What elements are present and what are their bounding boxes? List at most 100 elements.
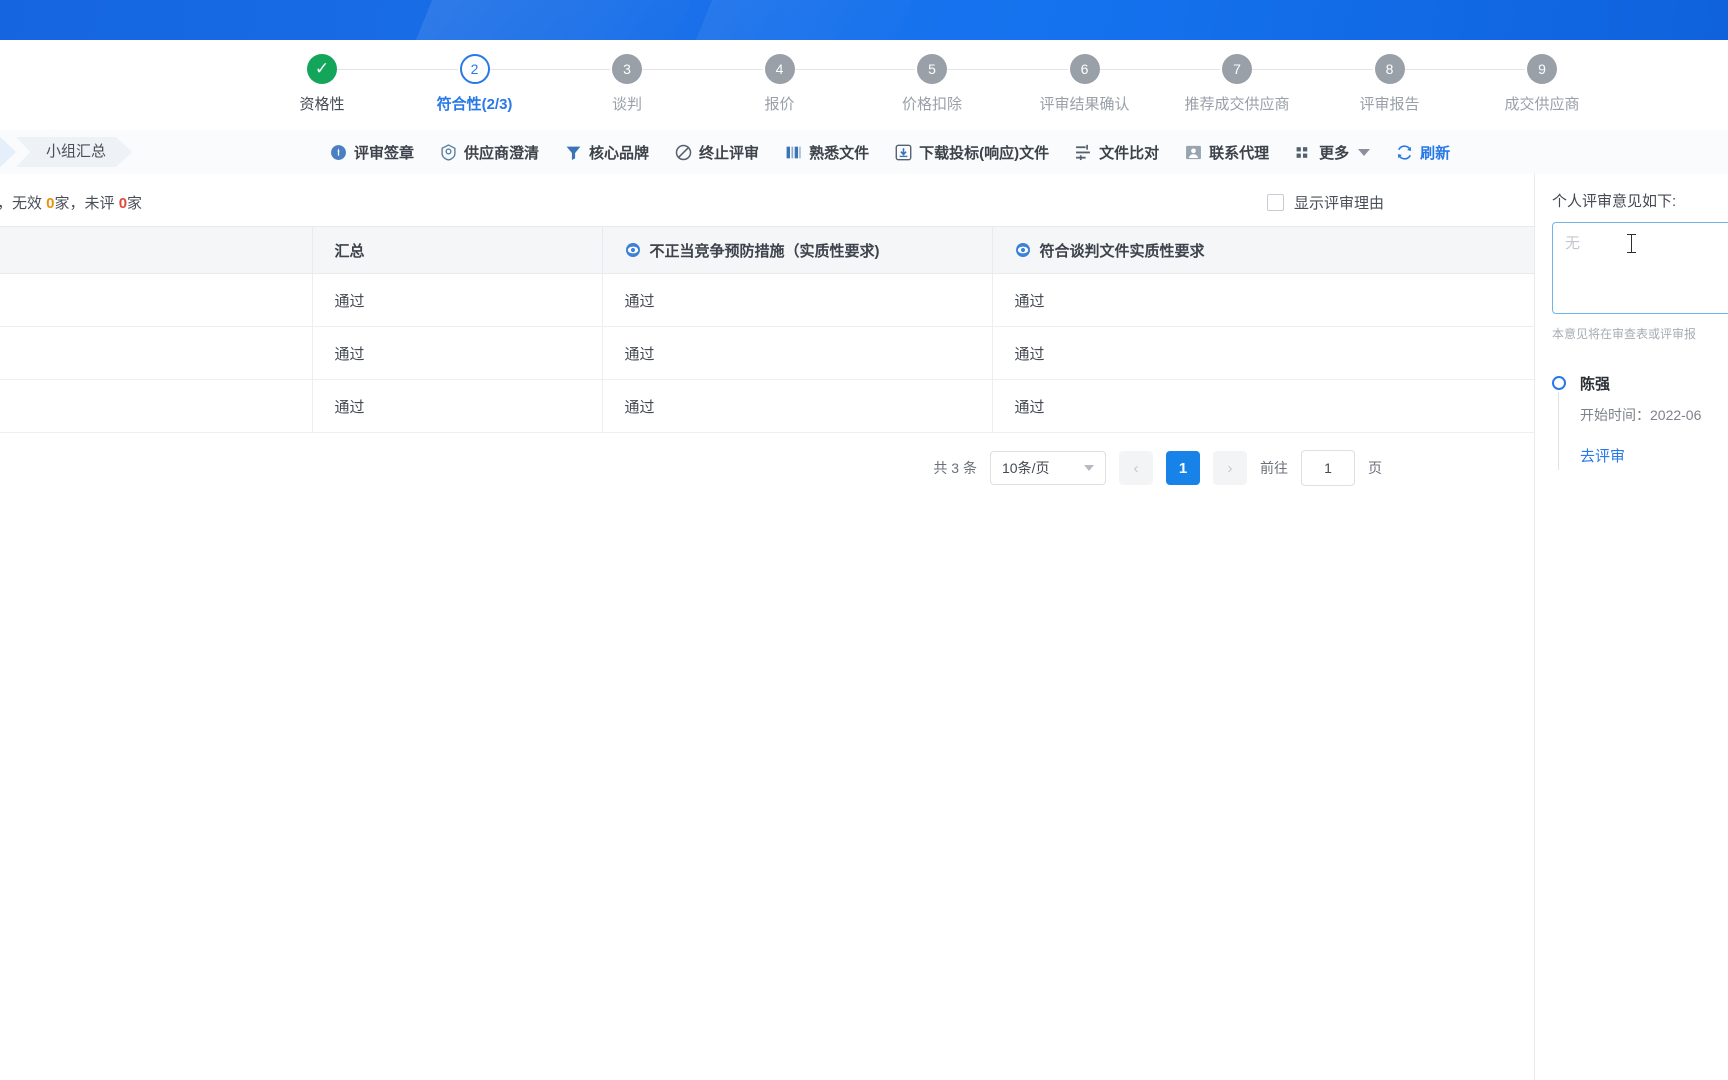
chevron-down-icon [1084, 465, 1094, 471]
chevron-down-icon[interactable] [1358, 148, 1371, 156]
table-cell-4: 通过 [992, 273, 1535, 327]
more-grid-icon [1295, 144, 1312, 161]
table-cell-2: 通过 [312, 273, 603, 327]
reviewer-start-time: 开始时间：2022-06 [1580, 407, 1702, 423]
table-cell-2: 通过 [312, 379, 603, 433]
goto-label: 前往 [1260, 460, 1288, 476]
toolbar-item-label: 供应商澄清 [464, 144, 540, 162]
stepper-step-label: 符合性(2/3) [436, 96, 513, 113]
toolbar-item-label: 终止评审 [699, 144, 760, 162]
review-opinion-placeholder: 无 [1565, 235, 1581, 252]
toolbar-actions: 评审签章 供应商澄清 核心品牌 终止评审 熟悉文件 下载投标(响应)文件 文件比对 联系代理 更… [330, 130, 1450, 174]
stepper-step-label: 报价 [764, 96, 795, 113]
eye-icon[interactable] [1015, 242, 1031, 258]
topbar-sheen-2 [671, 0, 929, 40]
table-column-header-1 [0, 226, 313, 274]
invalid-count: 0 [46, 195, 55, 212]
app-topbar [0, 0, 1728, 40]
text-cursor-icon [1627, 234, 1636, 253]
panel-title: 个人评审意见如下: [1552, 193, 1677, 210]
eye-icon[interactable] [625, 242, 641, 258]
review-opinion-textarea[interactable]: 无 [1552, 222, 1728, 314]
timeline-line [1558, 392, 1559, 470]
summary-tabs: 汇总小组汇总 [0, 130, 132, 174]
toolbar-item-4[interactable]: 终止评审 [675, 142, 759, 163]
stepper-connector [642, 69, 763, 70]
stepper-step-2[interactable]: 2 符合性(2/3) [390, 46, 560, 114]
table-column-header-4: 符合谈判文件实质性要求 [992, 226, 1535, 274]
summary-middle: 家，未评 [54, 195, 119, 212]
stepper-step-3[interactable]: 3 谈判 [542, 46, 712, 114]
step-number-badge: 7 [1222, 54, 1252, 84]
toolbar-item-5[interactable]: 熟悉文件 [785, 142, 869, 163]
next-page-button[interactable]: › [1213, 451, 1247, 485]
tab-summary[interactable]: 汇总 [0, 137, 16, 167]
stepper-step-9[interactable]: 9 成交供应商 [1457, 46, 1627, 114]
toolbar-item-label: 更多 [1319, 144, 1350, 162]
go-review-link[interactable]: 去评审 [1580, 445, 1728, 466]
toolbar-item-1[interactable]: 评审签章 [330, 142, 414, 163]
table-column-header-label: 符合谈判文件实质性要求 [1039, 242, 1205, 260]
toolbar-item-3[interactable]: 核心品牌 [565, 142, 649, 163]
toolbar-item-9[interactable]: 更多 [1295, 142, 1371, 163]
refresh-button[interactable]: 刷新 [1396, 142, 1450, 163]
stepper-step-5[interactable]: 5 价格扣除 [847, 46, 1017, 114]
stepper-step-7[interactable]: 7 推荐成交供应商 [1152, 46, 1322, 114]
page-size-select[interactable]: 10条/页 [990, 451, 1106, 485]
table-row[interactable]: ]通过通过通过 [0, 379, 1535, 433]
unrated-count: 0 [118, 195, 128, 212]
table-column-header-2: 汇总 [312, 226, 603, 274]
toolbar-item-label: 熟悉文件 [809, 144, 870, 162]
toolbar-item-6[interactable]: 下载投标(响应)文件 [895, 142, 1049, 163]
evaluation-stepper: ✓ 资格性 2 符合性(2/3) 3 谈判 4 报价 5 价格扣除 6 评审结果确认 7 推荐成交供应商 8… [265, 46, 1728, 130]
step-number-badge: 2 [459, 54, 490, 84]
toolbar-item-8[interactable]: 联系代理 [1185, 142, 1269, 163]
table-column-header-3: 不正当竞争预防措施（实质性要求) [602, 226, 993, 274]
main-content: 供应商，无效 0家，未评 0家 显示评审理由 汇总不正当竞争预防措施（实质性要求… [0, 174, 1535, 1080]
prev-page-button[interactable]: ‹ [1119, 451, 1153, 485]
stepper-step-label: 成交供应商 [1504, 96, 1580, 113]
step-number-badge: 8 [1374, 54, 1405, 84]
stepper-step-6[interactable]: 6 评审结果确认 [1000, 46, 1170, 114]
stepper-connector [1252, 69, 1373, 70]
toolbar-item-label: 文件比对 [1099, 144, 1160, 162]
stepper-step-4[interactable]: 4 报价 [695, 46, 865, 114]
tab-group-summary[interactable]: 小组汇总 [16, 137, 132, 167]
stepper-connector [794, 69, 915, 70]
step-number-badge: 6 [1069, 54, 1100, 84]
table-row[interactable]: 通过 通过 通过 [0, 273, 1535, 327]
stepper-step-label: 资格性 [299, 96, 345, 113]
table-cell-1 [0, 273, 313, 327]
table-cell-4: 通过 [992, 326, 1535, 380]
stepper-step-8[interactable]: 8 评审报告 [1305, 46, 1475, 114]
stepper-connector [1099, 69, 1220, 70]
table-column-header-label: 不正当竞争预防措施（实质性要求) [649, 242, 880, 260]
reviewer-name: 陈强 [1580, 376, 1611, 393]
show-review-reason-toggle[interactable]: 显示评审理由 [1266, 192, 1384, 213]
clarify-icon [440, 143, 457, 161]
pagination-total: 共 3 条 [933, 460, 977, 476]
contact-agent-icon [1185, 144, 1202, 161]
stepper-step-1[interactable]: ✓ 资格性 [237, 46, 407, 114]
stamp-icon [330, 144, 347, 161]
toolbar-item-7[interactable]: 文件比对 [1075, 142, 1159, 163]
stepper-connector [337, 69, 458, 70]
stepper-step-label: 评审报告 [1359, 96, 1420, 113]
toolbar-item-label: 核心品牌 [589, 144, 650, 162]
step-number-badge: 9 [1527, 54, 1557, 84]
summary-suffix: 家 [127, 195, 143, 212]
goto-page-input[interactable]: 1 [1301, 450, 1355, 486]
show-reason-checkbox[interactable] [1266, 194, 1284, 211]
page-number-1[interactable]: 1 [1166, 451, 1200, 485]
table-row[interactable]: ]通过通过通过 [0, 326, 1535, 380]
table-cell-1: ] [0, 379, 313, 433]
step-number-badge: 3 [612, 54, 642, 84]
page-size-value: 10条/页 [1002, 460, 1050, 476]
header-strip: 7022000001] 包1 ✓资格性2符合性(2/3)3谈判4报价5价格扣除6… [0, 40, 1728, 148]
summary-prefix: 供应商，无效 [0, 195, 43, 212]
table-cell-2: 通过 [312, 326, 603, 380]
toolbar-item-2[interactable]: 供应商澄清 [440, 142, 539, 163]
personal-review-panel: 个人评审意见如下: 无 本意见将在审查表或评审报 陈强 开始时间：2022-06… [1534, 174, 1728, 1080]
stepper-step-label: 推荐成交供应商 [1184, 96, 1290, 113]
show-reason-label: 显示评审理由 [1293, 195, 1384, 212]
